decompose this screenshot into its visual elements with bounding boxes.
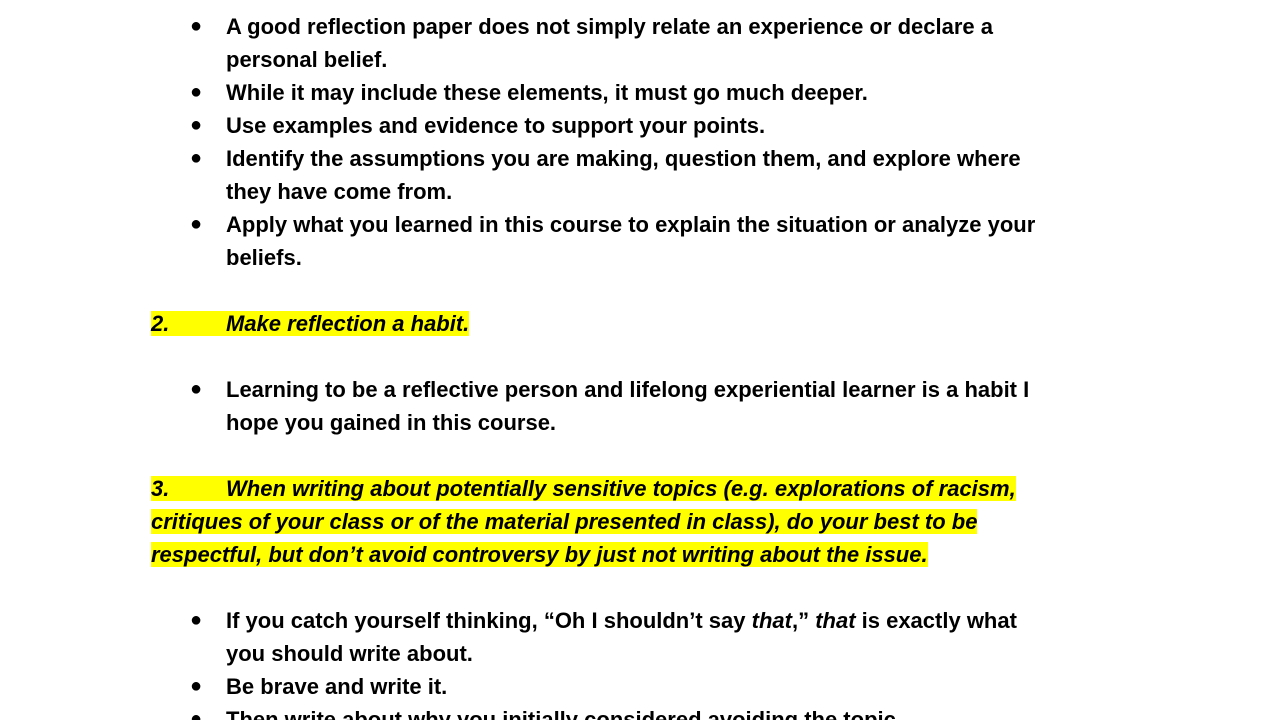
bullet-text: A good reflection paper does not simply … [226,14,993,39]
bullet-marker: ● [190,147,203,169]
bullet-text: If you catch yourself thinking, “Oh I sh… [226,604,1017,637]
section-heading-text: When writing about potentially sensitive… [226,476,1016,501]
bullet-text-part: is exactly what [855,608,1017,633]
bullet-text: Apply what you learned in this course to… [226,212,1036,237]
bullet-text-italic: that [751,608,792,633]
section-heading-text: critiques of your class or of the materi… [151,509,978,534]
section-heading-2: 2. Make reflection a habit. [151,307,470,340]
bullet-marker: ● [190,708,203,720]
section-number: 2. [151,311,170,336]
bullet-text: Use examples and evidence to support you… [226,113,766,138]
bullet-text-continued: hope you gained in this course. [226,410,557,435]
bullet-text-continued: you should write about. [226,641,473,666]
section-heading-3-continued: critiques of your class or of the materi… [151,505,978,538]
bullet-text-continued: beliefs. [226,245,302,270]
bullet-marker: ● [190,213,203,235]
bullet-marker: ● [190,114,203,136]
bullet-text: While it may include these elements, it … [226,80,868,105]
bullet-text-continued: they have come from. [226,179,453,204]
bullet-text-continued: personal belief. [226,47,388,72]
section-heading-text: Make reflection a habit. [226,311,470,336]
bullet-marker: ● [190,609,203,631]
document-page: ● A good reflection paper does not simpl… [0,0,1280,720]
section-heading-text: respectful, but don’t avoid controversy … [151,542,928,567]
bullet-text: Identify the assumptions you are making,… [226,146,1021,171]
bullet-text-part: ,” [791,608,816,633]
bullet-marker: ● [190,675,203,697]
section-heading-3-continued: respectful, but don’t avoid controversy … [151,538,928,571]
bullet-marker: ● [190,378,203,400]
section-heading-3: 3. When writing about potentially sensiti… [151,472,1016,505]
bullet-text: Be brave and write it. [226,674,448,699]
bullet-marker: ● [190,15,203,37]
bullet-text: Learning to be a reflective person and l… [226,377,1030,402]
bullet-marker: ● [190,81,203,103]
section-number: 3. [151,476,170,501]
bullet-text-cut-off: Then write about why you initially consi… [226,707,902,720]
bullet-text-italic: that [815,608,856,633]
bullet-text-part: If you catch yourself thinking, “Oh I sh… [226,608,752,633]
